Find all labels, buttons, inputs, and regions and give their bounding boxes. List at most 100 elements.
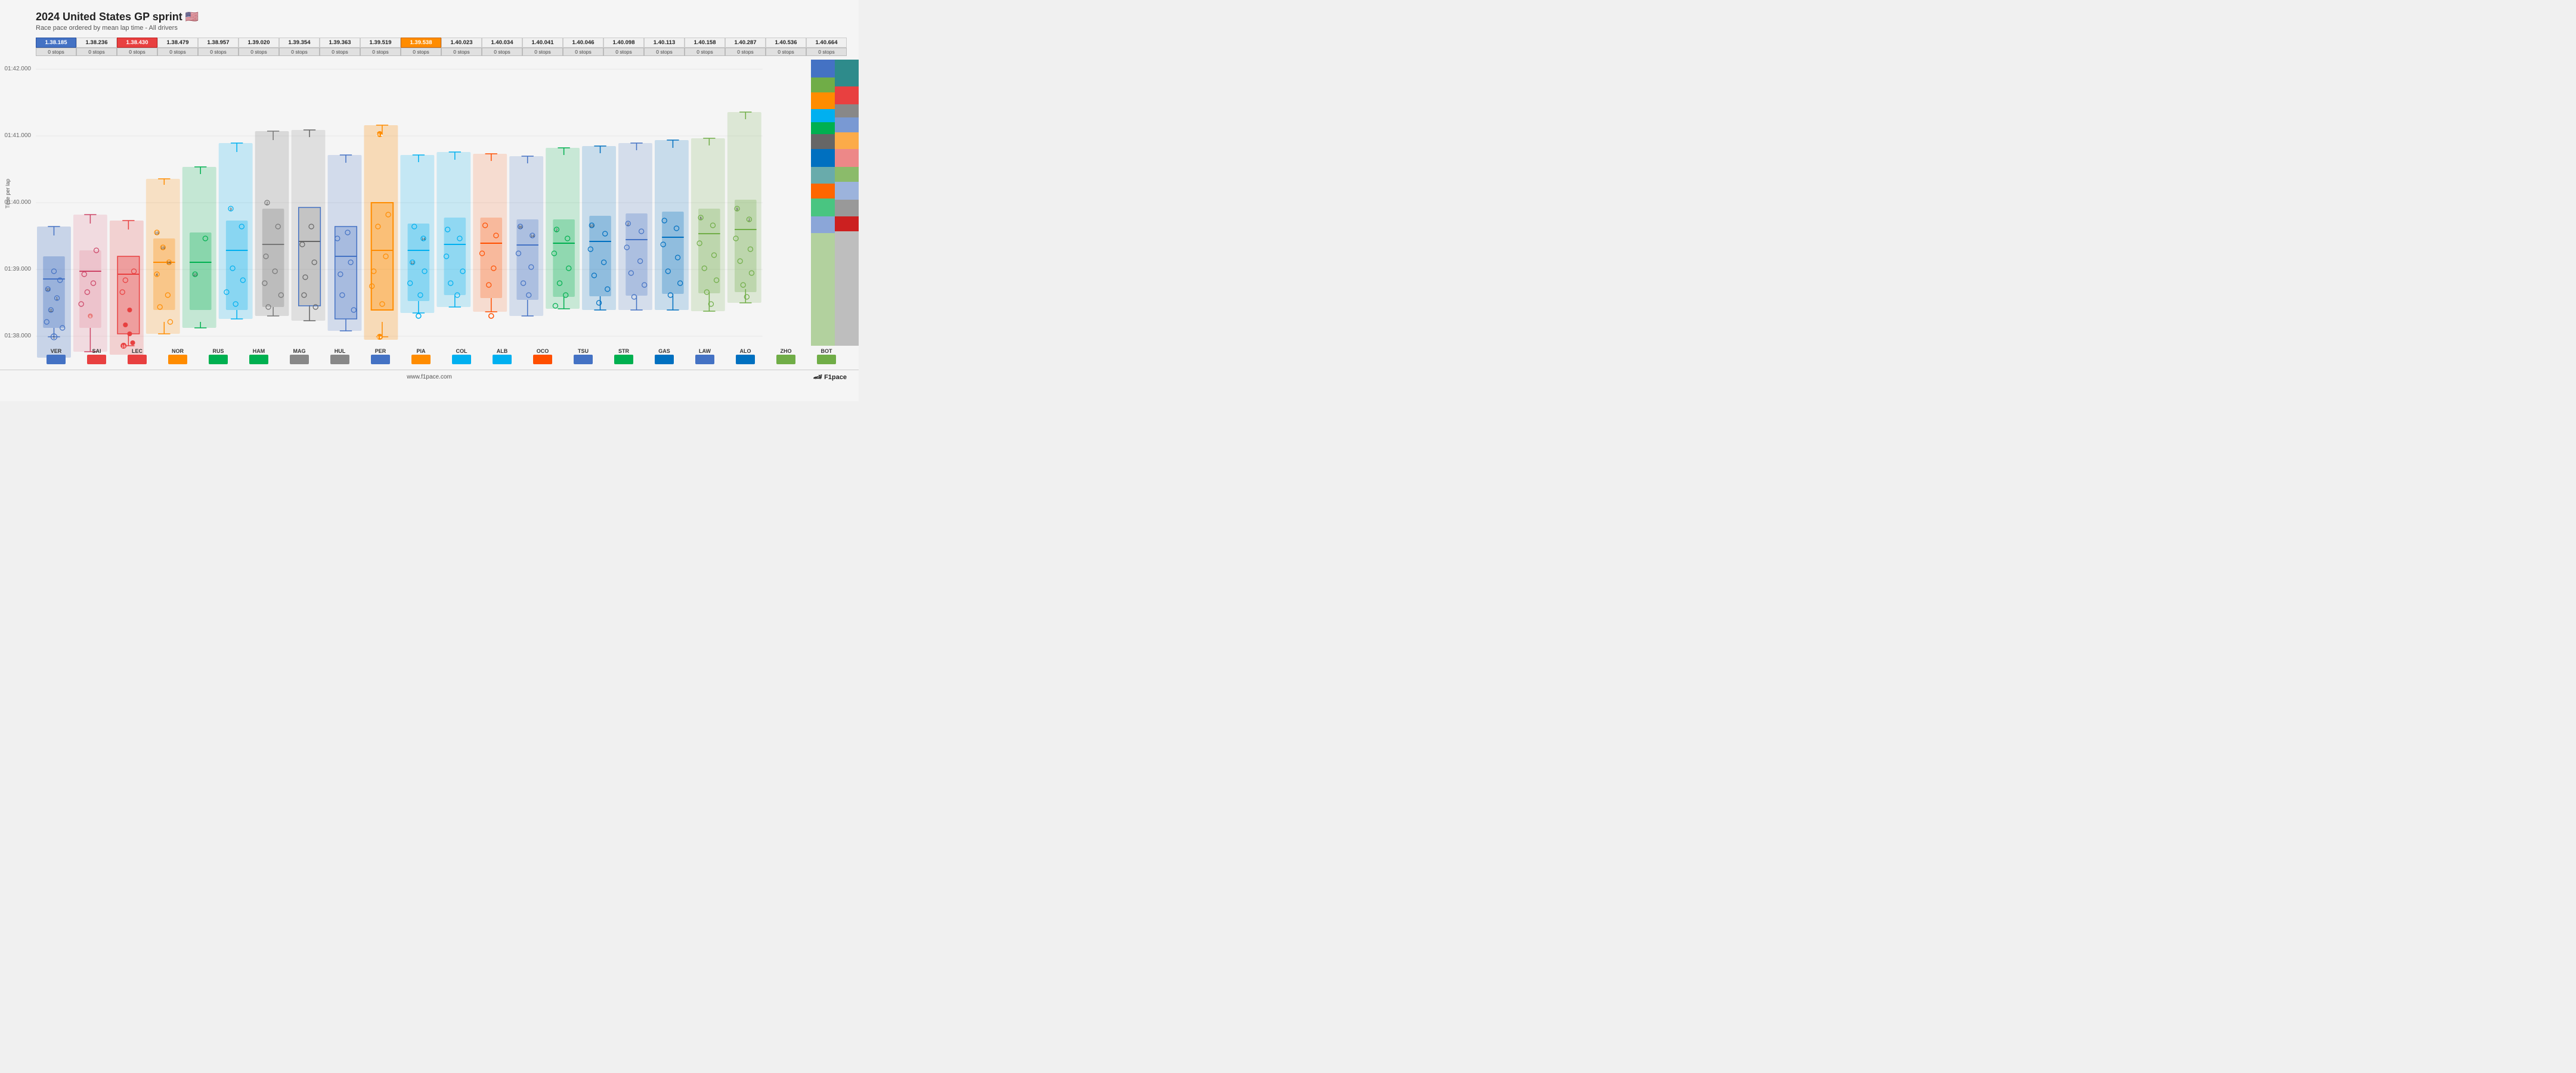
- svg-text:11: 11: [49, 309, 53, 313]
- svg-text:01:39.000: 01:39.000: [5, 266, 32, 272]
- time-nor: 1.38.479: [157, 38, 198, 48]
- footer: www.f1pace.com 🏎 F1pace: [0, 370, 859, 383]
- driver-label-gas: GAS: [644, 348, 685, 365]
- svg-text:19: 19: [161, 247, 165, 250]
- driver-label-tsu: TSU: [563, 348, 603, 365]
- stop-mag: 0 stops: [279, 48, 320, 56]
- time-pia: 1.39.538: [401, 38, 441, 48]
- driver-label-per: PER: [360, 348, 401, 365]
- footer-brand: 🏎 F1pace: [452, 373, 847, 381]
- svg-text:16: 16: [167, 262, 171, 265]
- title-section: 2024 United States GP sprint 🇺🇸 Race pac…: [0, 6, 859, 34]
- driver-label-ver: VER: [36, 348, 76, 365]
- svg-text:16▲: 16▲: [376, 134, 383, 137]
- stop-pia: 0 stops: [401, 48, 441, 56]
- times-header-row: 1.38.185 1.38.236 1.38.430 1.38.479 1.38…: [36, 38, 847, 48]
- driver-code-ham: HAM: [239, 348, 279, 354]
- driver-logo-mag: [290, 355, 309, 364]
- svg-text:01:42.000: 01:42.000: [5, 66, 32, 72]
- stop-tsu: 0 stops: [563, 48, 603, 56]
- driver-logo-tsu: [574, 355, 593, 364]
- y-axis: Time per lap 01:42.000 01:41.000 01:40.0…: [0, 60, 36, 346]
- driver-label-col: COL: [441, 348, 482, 365]
- driver-label-ham: HAM: [239, 348, 279, 365]
- side-bar-chart: [811, 60, 859, 346]
- driver-label-law: LAW: [685, 348, 725, 365]
- driver-logo-law: [695, 355, 714, 364]
- driver-label-rus: RUS: [198, 348, 239, 365]
- time-tsu: 1.40.046: [563, 38, 603, 48]
- driver-label-str: STR: [603, 348, 644, 365]
- driver-code-nor: NOR: [157, 348, 198, 354]
- driver-logo-str: [614, 355, 633, 364]
- driver-logo-pia: [411, 355, 431, 364]
- svg-text:10: 10: [590, 225, 594, 228]
- svg-text:19: 19: [155, 232, 159, 235]
- title-text: 2024 United States GP sprint 🇺🇸: [36, 11, 199, 23]
- driver-logo-lec: [128, 355, 147, 364]
- stop-hul: 0 stops: [320, 48, 360, 56]
- driver-code-per: PER: [360, 348, 401, 354]
- driver-label-alb: ALB: [482, 348, 522, 365]
- svg-text:6▼: 6▼: [377, 336, 382, 340]
- stop-ham: 0 stops: [239, 48, 279, 56]
- stop-zho: 0 stops: [766, 48, 806, 56]
- stop-per: 0 stops: [360, 48, 401, 56]
- driver-logo-col: [452, 355, 471, 364]
- stop-sai: 0 stops: [76, 48, 117, 56]
- time-law: 1.40.158: [685, 38, 725, 48]
- driver-code-alo: ALO: [725, 348, 766, 354]
- time-oco: 1.40.041: [522, 38, 563, 48]
- svg-text:33: 33: [46, 289, 50, 292]
- driver-logo-sai: [87, 355, 106, 364]
- driver-code-pia: PIA: [401, 348, 441, 354]
- driver-code-lec: LEC: [117, 348, 157, 354]
- stop-lec: 0 stops: [117, 48, 157, 56]
- stop-law: 0 stops: [685, 48, 725, 56]
- driver-code-hul: HUL: [320, 348, 360, 354]
- driver-code-zho: ZHO: [766, 348, 806, 354]
- stop-col: 0 stops: [441, 48, 482, 56]
- time-bot: 1.40.664: [806, 38, 847, 48]
- y-axis-label: Time per lap: [5, 179, 11, 209]
- svg-text:01:41.000: 01:41.000: [5, 132, 32, 139]
- stops-header-row: 0 stops 0 stops 0 stops 0 stops 0 stops …: [36, 48, 847, 56]
- driver-label-oco: OCO: [522, 348, 563, 365]
- driver-logo-ham: [249, 355, 268, 364]
- time-sai: 1.38.236: [76, 38, 117, 48]
- time-gas: 1.40.113: [644, 38, 685, 48]
- driver-logo-ver: [47, 355, 66, 364]
- driver-label-zho: ZHO: [766, 348, 806, 365]
- stop-alo: 0 stops: [725, 48, 766, 56]
- chart-wrapper: Time per lap 01:42.000 01:41.000 01:40.0…: [0, 60, 859, 346]
- driver-code-gas: GAS: [644, 348, 685, 354]
- time-alb: 1.40.034: [482, 38, 522, 48]
- driver-code-oco: OCO: [522, 348, 563, 354]
- stop-oco: 0 stops: [522, 48, 563, 56]
- driver-logo-hul: [330, 355, 349, 364]
- time-col: 1.40.023: [441, 38, 482, 48]
- f1-icon: 🏎: [813, 373, 822, 381]
- main-container: 2024 United States GP sprint 🇺🇸 Race pac…: [0, 0, 859, 401]
- driver-code-sai: SAI: [76, 348, 117, 354]
- driver-logo-alb: [493, 355, 512, 364]
- driver-logo-bot: [817, 355, 836, 364]
- stop-bot: 0 stops: [806, 48, 847, 56]
- stop-gas: 0 stops: [644, 48, 685, 56]
- time-lec: 1.38.430: [117, 38, 157, 48]
- time-mag: 1.39.354: [279, 38, 320, 48]
- driver-logo-per: [371, 355, 390, 364]
- driver-code-tsu: TSU: [563, 348, 603, 354]
- chart-title: 2024 United States GP sprint 🇺🇸: [36, 11, 823, 23]
- stop-ver: 0 stops: [36, 48, 76, 56]
- stop-str: 0 stops: [603, 48, 644, 56]
- driver-label-sai: SAI: [76, 348, 117, 365]
- driver-logo-nor: [168, 355, 187, 364]
- svg-text:01:38.000: 01:38.000: [5, 333, 32, 339]
- svg-text:12: 12: [410, 262, 414, 265]
- stop-alb: 0 stops: [482, 48, 522, 56]
- drivers-labels-row: VER SAI LEC NOR RUS HAM MAG: [36, 348, 847, 365]
- svg-text:10: 10: [193, 274, 197, 277]
- svg-text:14: 14: [422, 238, 426, 241]
- driver-label-bot: BOT: [806, 348, 847, 365]
